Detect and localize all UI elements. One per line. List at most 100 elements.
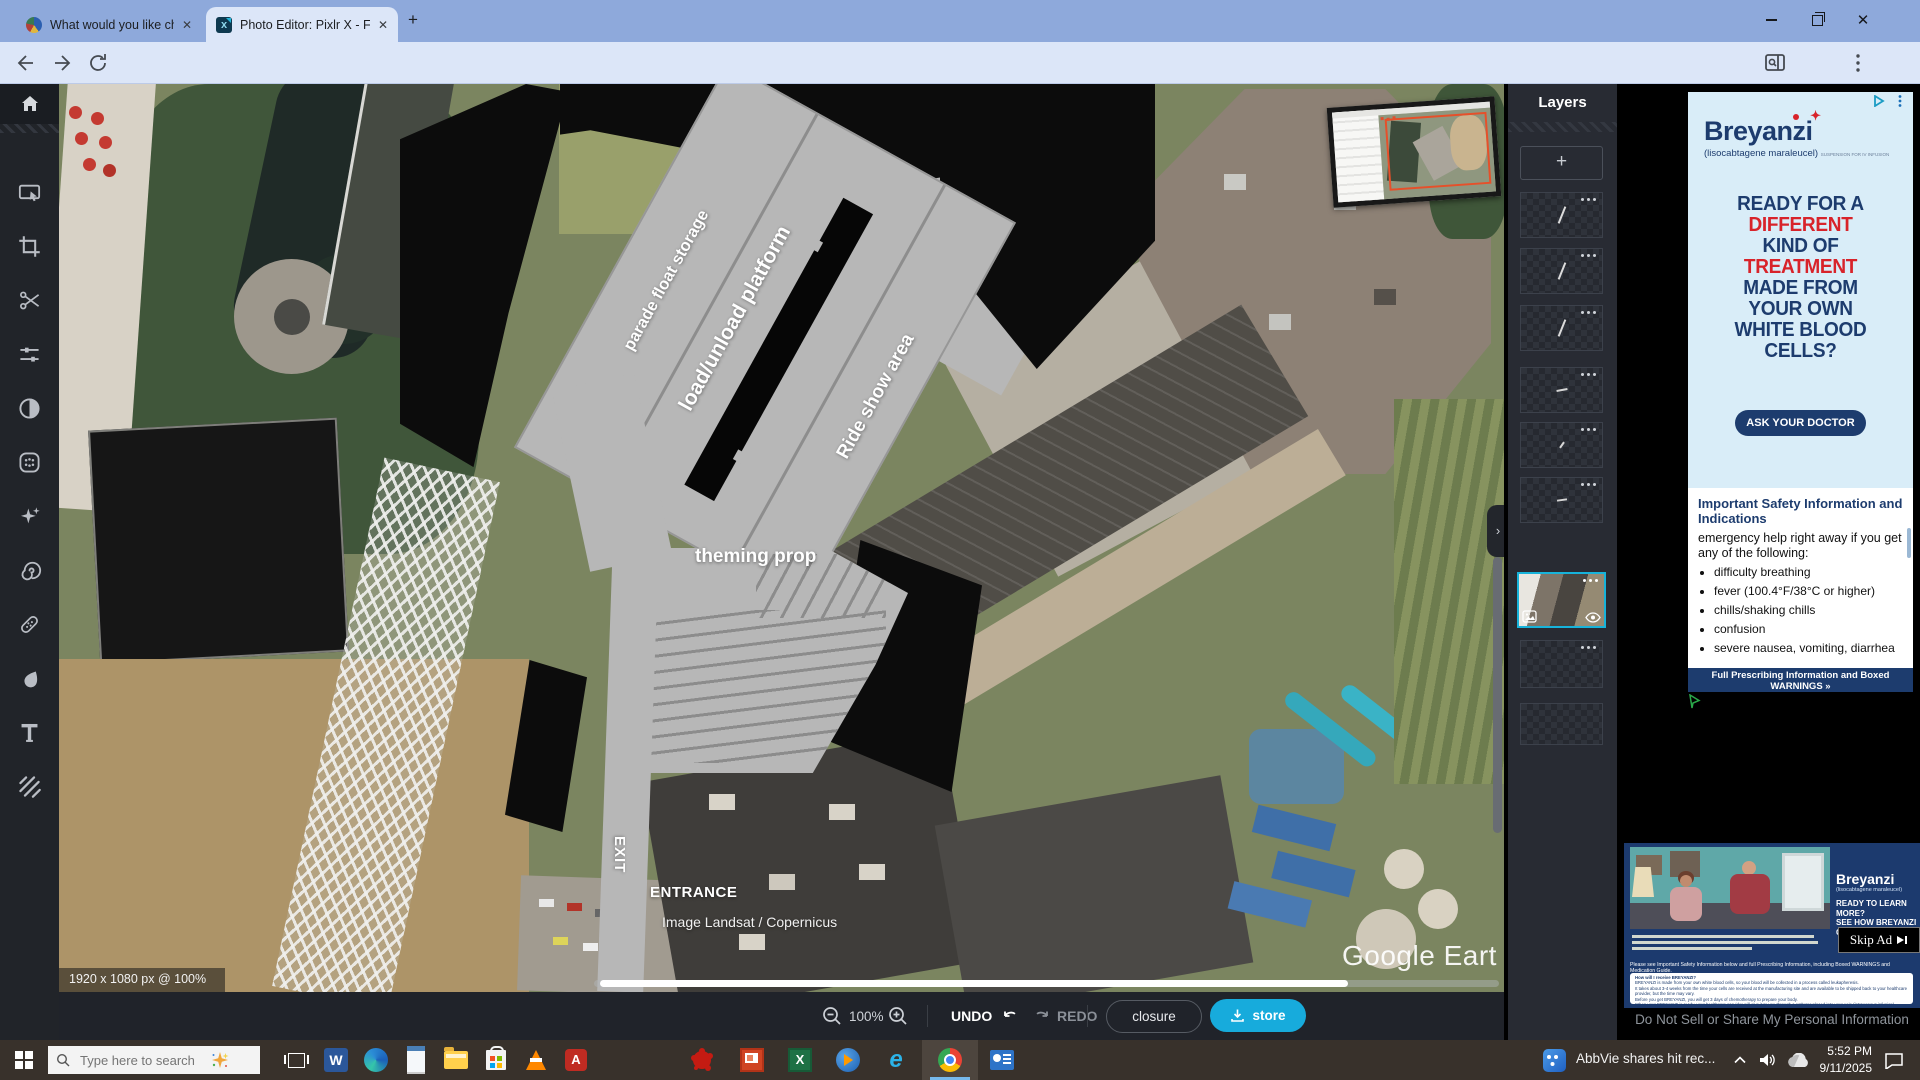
layer-item[interactable] bbox=[1520, 703, 1603, 745]
taskbar-search[interactable] bbox=[48, 1046, 260, 1074]
ai-tool-icon[interactable] bbox=[17, 504, 42, 529]
prescribing-info-bar[interactable]: Full Prescribing Information and Boxed W… bbox=[1688, 668, 1913, 692]
retouch-tool-icon[interactable] bbox=[17, 612, 42, 637]
ms-store-icon[interactable] bbox=[482, 1046, 510, 1074]
new-tab-icon[interactable]: + bbox=[408, 10, 418, 30]
layer-item[interactable] bbox=[1520, 477, 1603, 523]
layer-item-selected[interactable] bbox=[1517, 572, 1606, 628]
window-close-icon[interactable]: ✕ bbox=[1840, 0, 1886, 40]
layer-item[interactable] bbox=[1520, 248, 1603, 294]
wmp-icon[interactable] bbox=[834, 1046, 862, 1074]
edge-icon[interactable] bbox=[362, 1046, 390, 1074]
word-icon[interactable]: W bbox=[322, 1046, 350, 1074]
layers-divider bbox=[1508, 122, 1617, 132]
layer-menu-icon[interactable] bbox=[1593, 428, 1596, 431]
zoom-in-icon[interactable] bbox=[887, 1005, 909, 1027]
back-icon[interactable] bbox=[14, 51, 38, 75]
undo-button[interactable]: UNDO bbox=[951, 992, 992, 1040]
layer-menu-icon[interactable] bbox=[1593, 646, 1596, 649]
adjust-tool-icon[interactable] bbox=[17, 342, 42, 367]
ask-your-doctor-button[interactable]: ASK YOUR DOCTOR bbox=[1735, 410, 1866, 436]
action-center-icon[interactable] bbox=[1884, 1052, 1904, 1069]
tab1-close-icon[interactable]: ✕ bbox=[182, 18, 192, 32]
tool-rail bbox=[0, 84, 59, 1040]
ad-options-icon[interactable] bbox=[1897, 94, 1903, 108]
notepad-icon[interactable] bbox=[402, 1046, 430, 1074]
vlc-icon[interactable] bbox=[522, 1046, 550, 1074]
excel-icon[interactable]: X bbox=[786, 1046, 814, 1074]
visibility-eye-icon[interactable] bbox=[1585, 612, 1601, 623]
adchoices-green-icon[interactable] bbox=[1688, 694, 1701, 709]
layer-menu-icon[interactable] bbox=[1593, 311, 1596, 314]
copilot-sparkle-icon[interactable] bbox=[210, 1050, 230, 1070]
aerial-rooftop-trailers bbox=[709, 794, 735, 810]
acrobat-icon[interactable]: A bbox=[562, 1046, 590, 1074]
layer-item[interactable] bbox=[1520, 192, 1603, 238]
layer-item[interactable] bbox=[1520, 367, 1603, 413]
draw-tool-icon[interactable] bbox=[17, 666, 42, 691]
arrange-tool-icon[interactable] bbox=[17, 180, 42, 205]
news-widget-icon[interactable] bbox=[1540, 1046, 1568, 1074]
window-restore-icon[interactable] bbox=[1794, 0, 1840, 40]
store-button[interactable]: store bbox=[1210, 999, 1306, 1032]
redo-button[interactable]: REDO bbox=[1057, 992, 1097, 1040]
editor-canvas[interactable]: parade float storage load/unload platfor… bbox=[59, 84, 1504, 992]
layer-item[interactable] bbox=[1520, 640, 1603, 688]
pattern-tool-icon[interactable] bbox=[17, 774, 42, 799]
isi-bullets: difficulty breathing fever (100.4°F/38°C… bbox=[1714, 565, 1903, 656]
h-scrollbar-thumb[interactable] bbox=[600, 980, 1348, 987]
video-still[interactable] bbox=[1630, 847, 1830, 929]
layer-menu-icon[interactable] bbox=[1593, 483, 1596, 486]
cutout-tool-icon[interactable] bbox=[17, 288, 42, 313]
zoom-out-icon[interactable] bbox=[821, 1005, 843, 1027]
windows-taskbar: W A X e AbbVie shares hit rec... 5:52 PM… bbox=[0, 1040, 1920, 1080]
browser-tab-2-active[interactable]: x Photo Editor: Pixlr X - Free Imag ✕ bbox=[206, 7, 398, 42]
layer-item[interactable] bbox=[1520, 422, 1603, 468]
video-ad[interactable]: Breyanzi (lisocabtagene maraleucel) READ… bbox=[1624, 843, 1920, 1008]
text-tool-icon[interactable] bbox=[17, 720, 42, 745]
redo-icon[interactable] bbox=[1031, 1007, 1051, 1027]
isi-scrollbar[interactable] bbox=[1907, 528, 1911, 558]
home-button[interactable] bbox=[0, 84, 59, 124]
news-headline[interactable]: AbbVie shares hit rec... bbox=[1576, 1051, 1715, 1066]
tab2-close-icon[interactable]: ✕ bbox=[378, 18, 388, 32]
window-minimize-icon[interactable] bbox=[1748, 0, 1794, 40]
undo-icon[interactable] bbox=[1001, 1007, 1021, 1027]
internet-explorer-icon[interactable]: e bbox=[882, 1046, 910, 1074]
crop-tool-icon[interactable] bbox=[17, 234, 42, 259]
onedrive-cloud-icon[interactable] bbox=[1786, 1053, 1812, 1068]
browser-titlebar: What would you like changed t ✕ x Photo … bbox=[0, 0, 1920, 42]
panel-expand-chevron[interactable]: › bbox=[1487, 505, 1504, 557]
layer-menu-icon[interactable] bbox=[1593, 254, 1596, 257]
adchoices-icon[interactable] bbox=[1873, 95, 1887, 107]
search-input[interactable] bbox=[78, 1052, 202, 1069]
v-scrollbar-thumb[interactable] bbox=[1493, 557, 1502, 833]
liquify-tool-icon[interactable] bbox=[17, 558, 42, 583]
side-panel-search-icon[interactable] bbox=[1763, 51, 1787, 75]
layer-menu-icon[interactable] bbox=[1595, 579, 1598, 582]
chrome-taskbar-active[interactable] bbox=[922, 1040, 978, 1080]
file-explorer-icon[interactable] bbox=[442, 1046, 470, 1074]
reload-icon[interactable] bbox=[86, 51, 110, 75]
browser-menu-icon[interactable] bbox=[1846, 51, 1870, 75]
do-not-sell-link[interactable]: Do Not Sell or Share My Personal Informa… bbox=[1620, 1012, 1920, 1027]
layer-menu-icon[interactable] bbox=[1593, 373, 1596, 376]
task-view-icon[interactable] bbox=[282, 1046, 310, 1074]
office-blue-icon[interactable] bbox=[988, 1046, 1016, 1074]
taskbar-clock[interactable]: 5:52 PM 9/11/2025 bbox=[1820, 1043, 1873, 1077]
tray-chevron-icon[interactable] bbox=[1733, 1054, 1747, 1066]
forward-icon[interactable] bbox=[50, 51, 74, 75]
layer-item[interactable] bbox=[1520, 305, 1603, 351]
ad-card[interactable]: Breyanzi✦ (lisocabtagene maraleucel) SUS… bbox=[1688, 92, 1913, 692]
layer-menu-icon[interactable] bbox=[1593, 198, 1596, 201]
powerpoint-icon[interactable] bbox=[738, 1046, 766, 1074]
skip-ad-button[interactable]: Skip Ad bbox=[1838, 927, 1920, 953]
add-layer-button[interactable]: + bbox=[1520, 146, 1603, 180]
volume-icon[interactable] bbox=[1758, 1051, 1777, 1069]
filter-tool-icon[interactable] bbox=[17, 396, 42, 421]
closure-button[interactable]: closure bbox=[1106, 1000, 1202, 1033]
irfanview-icon[interactable] bbox=[688, 1046, 716, 1074]
effect-tool-icon[interactable] bbox=[17, 450, 42, 475]
browser-tab-1[interactable]: What would you like changed t ✕ bbox=[16, 7, 202, 42]
start-button[interactable] bbox=[10, 1046, 38, 1074]
